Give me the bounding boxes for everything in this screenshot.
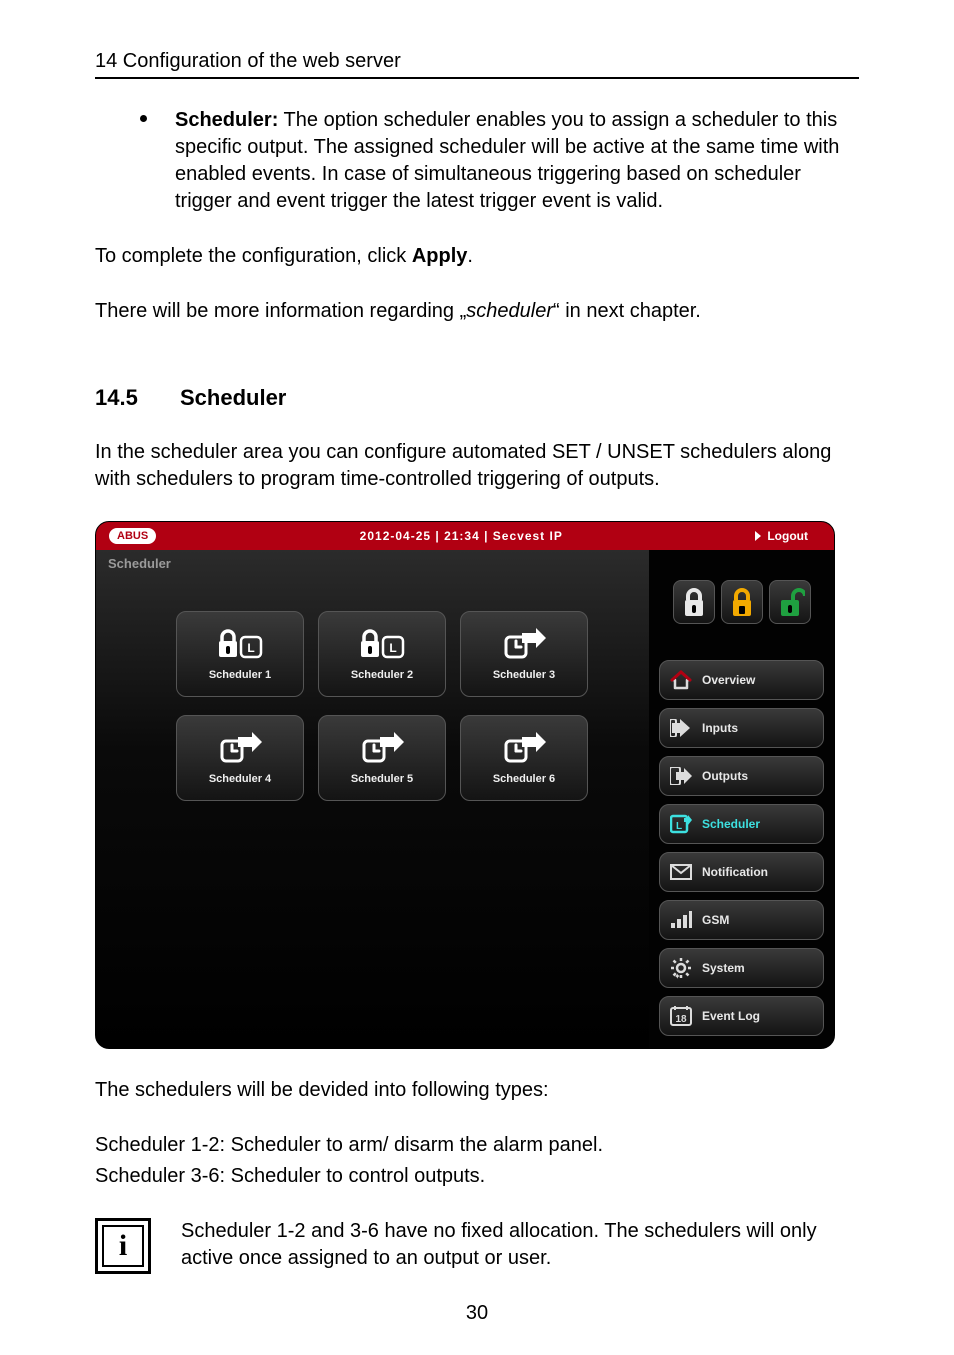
scheduler-tile-5[interactable]: Scheduler 5: [318, 715, 446, 801]
envelope-icon: [670, 861, 692, 883]
scheduler-tile-label: Scheduler 2: [351, 669, 413, 681]
nav-item-label: Event Log: [702, 1009, 760, 1023]
house-icon: [670, 669, 692, 691]
type-line-2: Scheduler 3-6: Scheduler to control outp…: [95, 1163, 859, 1190]
app-main: Scheduler L Scheduler 1 L Scheduler 2 Schedu…: [96, 550, 649, 1048]
nav-item-label: Outputs: [702, 769, 748, 783]
section-heading: 14.5Scheduler: [95, 385, 859, 411]
apply-word: Apply: [412, 245, 468, 267]
bullet-scheduler: Scheduler: The option scheduler enables …: [95, 107, 859, 215]
logout-link[interactable]: Logout: [755, 529, 834, 543]
app-logo: ABUS: [108, 527, 157, 545]
svg-text:✦: ✦: [674, 972, 681, 979]
nav-list: Overview Inputs Outputs L Scheduler Notificat…: [659, 660, 824, 1036]
nav-item-label: Overview: [702, 673, 755, 687]
clock-arrow-icon: [502, 627, 546, 661]
nav-item-inputs[interactable]: Inputs: [659, 708, 824, 748]
scheduler-tile-6[interactable]: Scheduler 6: [460, 715, 588, 801]
more-info-post: “ in next chapter.: [553, 300, 701, 322]
type-line-1: Scheduler 1-2: Scheduler to arm/ disarm …: [95, 1132, 859, 1159]
lock-open-icon[interactable]: [769, 580, 811, 624]
more-info-em: scheduler: [466, 300, 553, 322]
arrow-in-icon: [670, 717, 692, 739]
eighteen-icon: 18: [670, 1005, 692, 1027]
nav-item-overview[interactable]: Overview: [659, 660, 824, 700]
bullet-dot-icon: [140, 115, 147, 122]
calendar-icon: L: [670, 813, 692, 835]
scheduler-tile-label: Scheduler 1: [209, 669, 271, 681]
app-sidebar: Overview Inputs Outputs L Scheduler Notificat…: [649, 550, 834, 1048]
app-topbar: ABUS 2012-04-25 | 21:34 | Secvest IP Log…: [96, 522, 834, 550]
scheduler-tile-4[interactable]: Scheduler 4: [176, 715, 304, 801]
section-paragraph: In the scheduler area you can configure …: [95, 439, 859, 493]
scheduler-tile-2[interactable]: L Scheduler 2: [318, 611, 446, 697]
nav-item-event-log[interactable]: 18 Event Log: [659, 996, 824, 1036]
lock-home-icon[interactable]: [721, 580, 763, 624]
info-icon: i: [95, 1218, 151, 1274]
clock-arrow-icon: [502, 731, 546, 765]
scheduler-tile-label: Scheduler 3: [493, 669, 555, 681]
nav-item-notification[interactable]: Notification: [659, 852, 824, 892]
more-info-paragraph: There will be more information regarding…: [95, 298, 859, 325]
app-header-center: 2012-04-25 | 21:34 | Secvest IP: [167, 529, 755, 543]
status-icon-row: [659, 580, 824, 624]
svg-text:L: L: [247, 641, 254, 655]
section-title: Scheduler: [180, 385, 286, 410]
scheduler-tile-label: Scheduler 5: [351, 773, 413, 785]
nav-item-label: Inputs: [702, 721, 738, 735]
play-icon: [755, 531, 761, 541]
svg-text:L: L: [389, 641, 396, 655]
scheduler-grid: L Scheduler 1 L Scheduler 2 Scheduler 3 Sched…: [176, 611, 588, 801]
clock-arrow-icon: [360, 731, 404, 765]
nav-item-scheduler[interactable]: L Scheduler: [659, 804, 824, 844]
nav-item-outputs[interactable]: Outputs: [659, 756, 824, 796]
signal-icon: [670, 909, 692, 931]
types-intro: The schedulers will be devided into foll…: [95, 1077, 859, 1104]
lock-closed-icon[interactable]: [673, 580, 715, 624]
nav-item-label: Notification: [702, 865, 768, 879]
section-number: 14.5: [95, 385, 180, 411]
apply-post: .: [467, 245, 473, 267]
breadcrumb: Scheduler: [108, 556, 649, 571]
nav-item-gsm[interactable]: GSM: [659, 900, 824, 940]
svg-text:18: 18: [675, 1014, 687, 1025]
bullet-label: Scheduler:: [175, 109, 278, 131]
info-note-text: Scheduler 1-2 and 3-6 have no fixed allo…: [181, 1218, 859, 1272]
svg-text:L: L: [676, 821, 682, 832]
lock-schedule-icon: L: [359, 627, 405, 661]
page-section-heading: 14 Configuration of the web server: [95, 50, 859, 79]
info-note-row: i Scheduler 1-2 and 3-6 have no fixed al…: [95, 1218, 859, 1274]
nav-item-system[interactable]: ✦ System: [659, 948, 824, 988]
clock-arrow-icon: [218, 731, 262, 765]
gear-icon: ✦: [670, 957, 692, 979]
scheduler-tile-1[interactable]: L Scheduler 1: [176, 611, 304, 697]
nav-item-label: System: [702, 961, 745, 975]
apply-pre: To complete the configuration, click: [95, 245, 412, 267]
lock-schedule-icon: L: [217, 627, 263, 661]
scheduler-tile-label: Scheduler 4: [209, 773, 271, 785]
apply-paragraph: To complete the configuration, click App…: [95, 243, 859, 270]
secvest-app: ABUS 2012-04-25 | 21:34 | Secvest IP Log…: [95, 521, 835, 1049]
page-number: 30: [0, 1302, 954, 1325]
scheduler-tile-3[interactable]: Scheduler 3: [460, 611, 588, 697]
scheduler-tile-label: Scheduler 6: [493, 773, 555, 785]
more-info-pre: There will be more information regarding…: [95, 300, 466, 322]
arrow-out-icon: [670, 765, 692, 787]
nav-item-label: GSM: [702, 913, 729, 927]
nav-item-label: Scheduler: [702, 817, 760, 831]
logout-label: Logout: [767, 529, 808, 543]
